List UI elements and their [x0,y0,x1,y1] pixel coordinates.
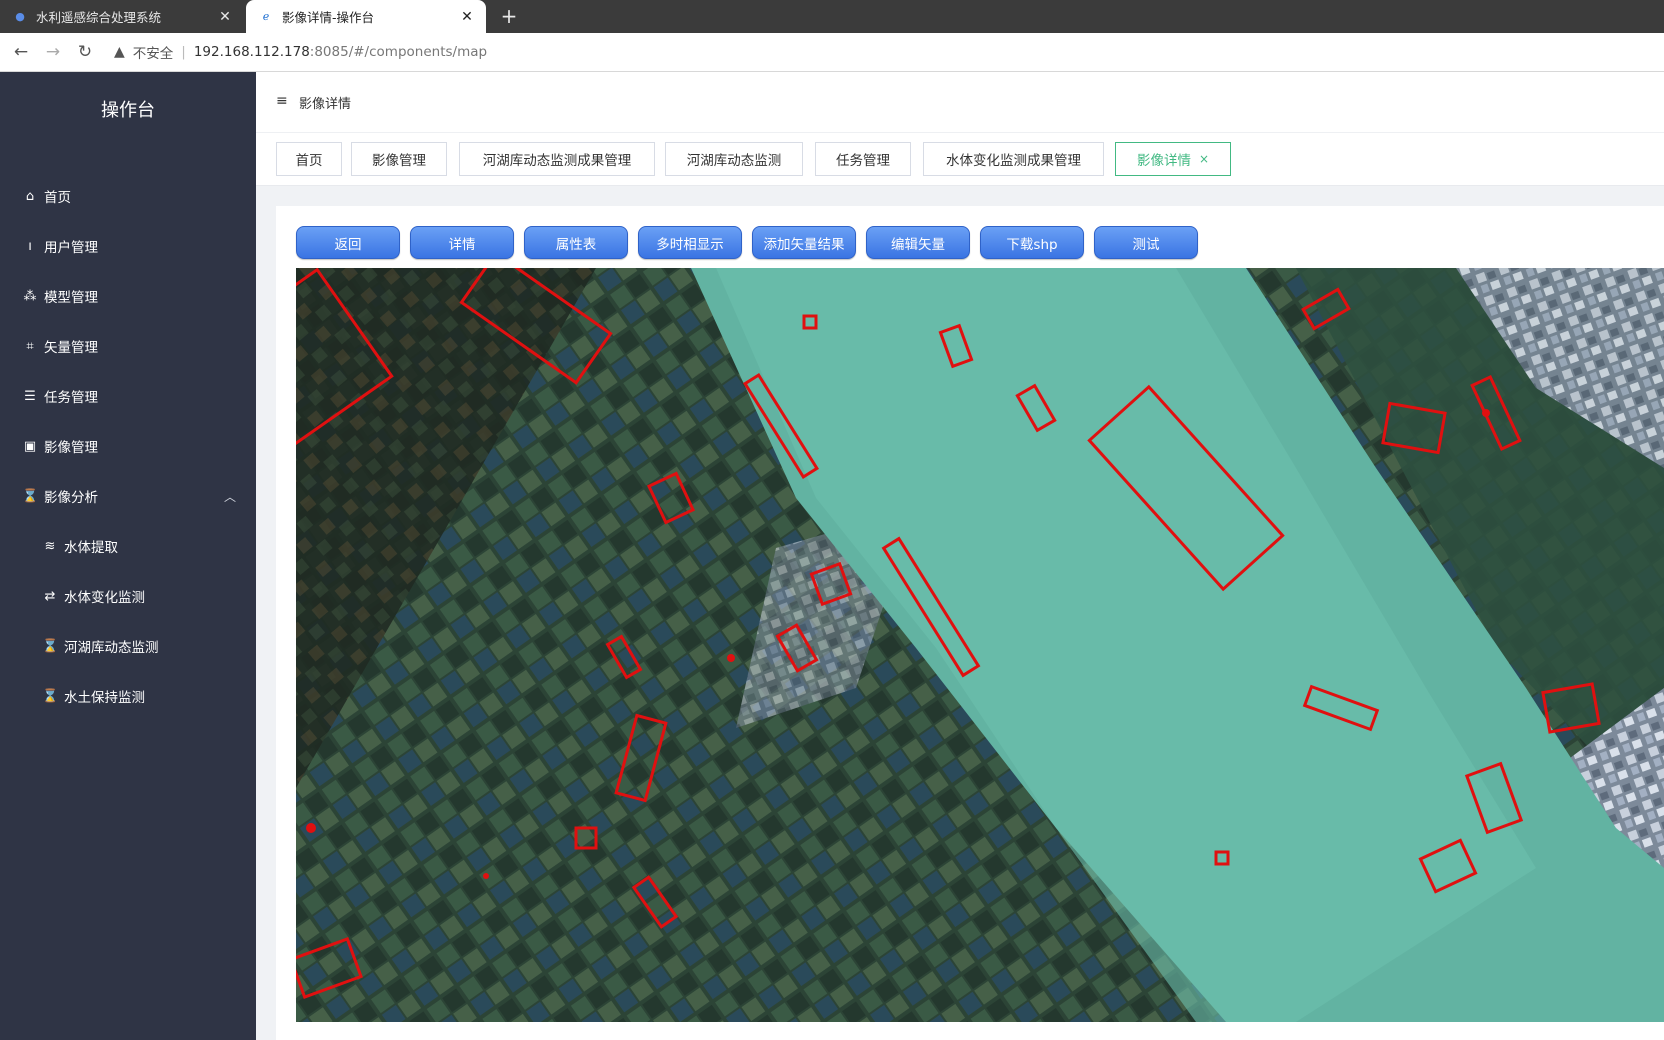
sidebar-item-tasks[interactable]: ☰ 任务管理 [0,371,256,421]
edit-vector-button[interactable]: 编辑矢量 [866,226,970,259]
home-icon: ⌂ [25,188,35,204]
url-path: :8085/#/components/map [309,44,488,60]
browser-tab-image-detail[interactable]: ℯ 影像详情-操作台 ✕ [246,0,486,33]
main-header: ≡ 影像详情 [256,72,1664,133]
sidebar-title: 操作台 [101,100,155,121]
sidebar-item-label: 河湖库动态监测 [64,640,159,656]
tag-water-change-results[interactable]: 水体变化监测成果管理 [923,142,1104,176]
sidebar-subitem-water-change[interactable]: ⇄ 水体变化监测 [0,571,256,621]
app-favicon-icon: ● [15,10,25,23]
tag-river-lake-results[interactable]: 河湖库动态监测成果管理 [459,142,655,176]
sidebar-item-label: 水体变化监测 [64,590,145,606]
sidebar: 操作台 ⌂ 首页 ı 用户管理 ⁂ 模型管理 ⌗ 矢量管理 ☰ 任务管理 ▣ 影… [0,72,256,1040]
sidebar-item-label: 首页 [44,190,71,206]
hamburger-icon[interactable]: ≡ [276,93,288,109]
test-button[interactable]: 测试 [1094,226,1198,259]
sidebar-subitem-soil-conservation[interactable]: ⌛ 水土保持监测 [0,671,256,721]
insecure-label: 不安全 [132,46,174,62]
sidebar-item-label: 矢量管理 [44,340,98,356]
tag-image-management[interactable]: 影像管理 [351,142,447,176]
sidebar-item-image-analysis[interactable]: ⌛ 影像分析 ︿ [0,471,256,521]
tag-image-detail[interactable]: 影像详情 × [1115,142,1231,176]
download-shp-button[interactable]: 下载shp [980,226,1084,259]
sidebar-item-vectors[interactable]: ⌗ 矢量管理 [0,321,256,371]
reload-icon[interactable]: ↻ [74,41,96,63]
sidebar-item-label: 影像分析 [44,490,98,506]
browser-tab-system[interactable]: ● 水利遥感综合处理系统 ✕ [0,0,244,33]
tag-home[interactable]: 首页 [276,142,342,176]
back-icon[interactable]: ← [10,41,32,63]
image-icon: ▣ [23,438,37,454]
url-separator: | [181,44,186,60]
warning-icon: ▲ [114,44,125,60]
model-icon: ⁂ [23,288,37,304]
exchange-icon: ⇄ [44,588,56,604]
hourglass-icon: ⌛ [22,488,39,504]
sidebar-item-users[interactable]: ı 用户管理 [0,221,256,271]
tag-label: 影像详情 [1136,153,1191,169]
tab-title: 水利遥感综合处理系统 [36,10,162,25]
tab-title: 影像详情-操作台 [282,10,375,25]
back-button[interactable]: 返回 [296,226,400,259]
sidebar-item-home[interactable]: ⌂ 首页 [0,171,256,221]
details-button[interactable]: 详情 [410,226,514,259]
satellite-map[interactable] [296,268,1664,1022]
tags-bar: 首页 影像管理 河湖库动态监测成果管理 河湖库动态监测 任务管理 水体变化监测成… [256,133,1664,186]
sidebar-item-label: 水土保持监测 [64,690,145,706]
sidebar-item-label: 任务管理 [44,390,98,406]
tag-task-management[interactable]: 任务管理 [815,142,911,176]
address-bar: ← → ↻ ▲ 不安全 | 192.168.112.178 :8085/#/co… [0,33,1664,72]
url-field[interactable]: ▲ 不安全 | 192.168.112.178 :8085/#/componen… [114,42,487,62]
sidebar-item-models[interactable]: ⁂ 模型管理 [0,271,256,321]
breadcrumb: 影像详情 [299,97,352,112]
sidebar-item-images[interactable]: ▣ 影像管理 [0,421,256,471]
close-icon[interactable]: ✕ [458,9,476,25]
hourglass-icon: ⌛ [42,638,59,654]
multi-temporal-button[interactable]: 多时相显示 [638,226,742,259]
tag-river-lake-monitoring[interactable]: 河湖库动态监测 [665,142,803,176]
browser-favicon-icon: ℯ [262,10,270,23]
sidebar-item-label: 用户管理 [44,240,98,256]
url-host: 192.168.112.178 [193,44,310,60]
browser-tab-bar: ● 水利遥感综合处理系统 ✕ ℯ 影像详情-操作台 ✕ + [0,0,1664,33]
add-vector-result-button[interactable]: 添加矢量结果 [752,226,856,259]
sidebar-item-label: 模型管理 [44,290,98,306]
sidebar-subitem-water-extraction[interactable]: ≋ 水体提取 [0,521,256,571]
sidebar-item-label: 水体提取 [64,540,118,556]
close-icon[interactable]: ✕ [216,9,234,25]
close-icon[interactable]: × [1199,152,1209,166]
map-canvas[interactable] [296,268,1664,1022]
water-icon: ≋ [44,538,56,554]
sidebar-item-label: 影像管理 [44,440,98,456]
chevron-up-icon: ︿ [223,489,236,504]
forward-icon[interactable]: → [42,41,64,63]
vector-icon: ⌗ [26,338,34,354]
attribute-table-button[interactable]: 属性表 [524,226,628,259]
hourglass-icon: ⌛ [42,688,59,704]
sidebar-subitem-river-lake-monitoring[interactable]: ⌛ 河湖库动态监测 [0,621,256,671]
user-icon: ı [28,238,32,254]
new-tab-button[interactable]: + [497,4,521,28]
task-list-icon: ☰ [24,388,36,404]
